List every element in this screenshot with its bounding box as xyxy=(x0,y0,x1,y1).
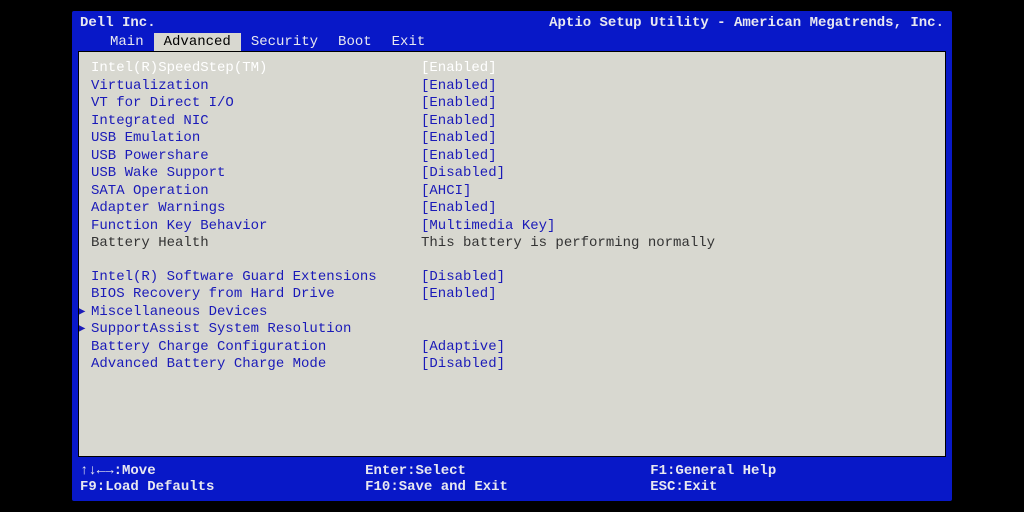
settings-panel: Intel(R)SpeedStep(TM)[Enabled]Virtualiza… xyxy=(78,51,946,457)
setting-row[interactable]: Advanced Battery Charge Mode[Disabled] xyxy=(91,356,933,374)
setting-row[interactable]: Integrated NIC[Enabled] xyxy=(91,113,933,131)
setting-value: [Enabled] xyxy=(421,148,497,166)
setting-label: Intel(R)SpeedStep(TM) xyxy=(91,60,421,78)
footer-row-1: ↑↓←→:Move Enter:Select F1:General Help xyxy=(80,463,944,479)
setting-label: USB Emulation xyxy=(91,130,421,148)
hint-move: ↑↓←→:Move xyxy=(80,463,365,479)
setting-label: USB Powershare xyxy=(91,148,421,166)
tab-boot[interactable]: Boot xyxy=(328,33,382,51)
submenu-arrow-icon: ▶ xyxy=(78,304,91,322)
setting-row[interactable]: Battery Charge Configuration[Adaptive] xyxy=(91,339,933,357)
setting-row[interactable]: USB Wake Support[Disabled] xyxy=(91,165,933,183)
setting-label: Integrated NIC xyxy=(91,113,421,131)
setting-row[interactable]: VT for Direct I/O[Enabled] xyxy=(91,95,933,113)
tab-bar: Main Advanced Security Boot Exit xyxy=(72,31,952,51)
setting-row[interactable]: Intel(R) Software Guard Extensions[Disab… xyxy=(91,269,933,287)
setting-value: This battery is performing normally xyxy=(421,235,715,253)
utility-label: Aptio Setup Utility - American Megatrend… xyxy=(549,15,944,31)
setting-value: [Enabled] xyxy=(421,60,497,78)
setting-value: [Enabled] xyxy=(421,113,497,131)
bios-header: Dell Inc. Aptio Setup Utility - American… xyxy=(72,11,952,31)
setting-label: Adapter Warnings xyxy=(91,200,421,218)
setting-value: [Enabled] xyxy=(421,286,497,304)
bios-screen: Dell Inc. Aptio Setup Utility - American… xyxy=(72,11,952,501)
setting-row[interactable]: Battery HealthThis battery is performing… xyxy=(91,235,933,253)
setting-row[interactable]: USB Emulation[Enabled] xyxy=(91,130,933,148)
submenu-arrow-icon: ▶ xyxy=(78,321,91,339)
setting-row[interactable]: ▶Miscellaneous Devices xyxy=(91,304,933,322)
setting-label: Battery Health xyxy=(91,235,421,253)
setting-label: Advanced Battery Charge Mode xyxy=(91,356,421,374)
setting-value: [AHCI] xyxy=(421,183,471,201)
hint-save: F10:Save and Exit xyxy=(365,479,650,495)
tab-exit[interactable]: Exit xyxy=(382,33,436,51)
setting-label: USB Wake Support xyxy=(91,165,421,183)
footer: ↑↓←→:Move Enter:Select F1:General Help F… xyxy=(72,461,952,501)
footer-row-2: F9:Load Defaults F10:Save and Exit ESC:E… xyxy=(80,479,944,495)
setting-label: VT for Direct I/O xyxy=(91,95,421,113)
hint-defaults: F9:Load Defaults xyxy=(80,479,365,495)
hint-help: F1:General Help xyxy=(650,463,935,479)
setting-row[interactable]: SATA Operation[AHCI] xyxy=(91,183,933,201)
setting-row[interactable]: Adapter Warnings[Enabled] xyxy=(91,200,933,218)
setting-row[interactable]: Virtualization[Enabled] xyxy=(91,78,933,96)
setting-label: BIOS Recovery from Hard Drive xyxy=(91,286,421,304)
tab-advanced[interactable]: Advanced xyxy=(154,33,241,51)
setting-row[interactable]: Function Key Behavior[Multimedia Key] xyxy=(91,218,933,236)
setting-label: Intel(R) Software Guard Extensions xyxy=(91,269,421,287)
setting-row[interactable]: BIOS Recovery from Hard Drive[Enabled] xyxy=(91,286,933,304)
setting-label: Virtualization xyxy=(91,78,421,96)
setting-label: SATA Operation xyxy=(91,183,421,201)
setting-value: [Enabled] xyxy=(421,130,497,148)
setting-row[interactable]: ▶SupportAssist System Resolution xyxy=(91,321,933,339)
tab-main[interactable]: Main xyxy=(100,33,154,51)
setting-row[interactable]: Intel(R)SpeedStep(TM)[Enabled] xyxy=(91,60,933,78)
spacer xyxy=(91,253,933,269)
setting-value: [Disabled] xyxy=(421,269,505,287)
setting-row[interactable]: USB Powershare[Enabled] xyxy=(91,148,933,166)
setting-label: ▶Miscellaneous Devices xyxy=(91,304,421,322)
hint-select: Enter:Select xyxy=(365,463,650,479)
setting-value: [Adaptive] xyxy=(421,339,505,357)
setting-value: [Enabled] xyxy=(421,95,497,113)
setting-label: ▶SupportAssist System Resolution xyxy=(91,321,421,339)
setting-value: [Enabled] xyxy=(421,78,497,96)
setting-value: [Multimedia Key] xyxy=(421,218,555,236)
tab-security[interactable]: Security xyxy=(241,33,328,51)
setting-value: [Enabled] xyxy=(421,200,497,218)
setting-label: Battery Charge Configuration xyxy=(91,339,421,357)
setting-label: Function Key Behavior xyxy=(91,218,421,236)
vendor-label: Dell Inc. xyxy=(80,15,156,31)
hint-exit: ESC:Exit xyxy=(650,479,935,495)
setting-value: [Disabled] xyxy=(421,165,505,183)
setting-value: [Disabled] xyxy=(421,356,505,374)
